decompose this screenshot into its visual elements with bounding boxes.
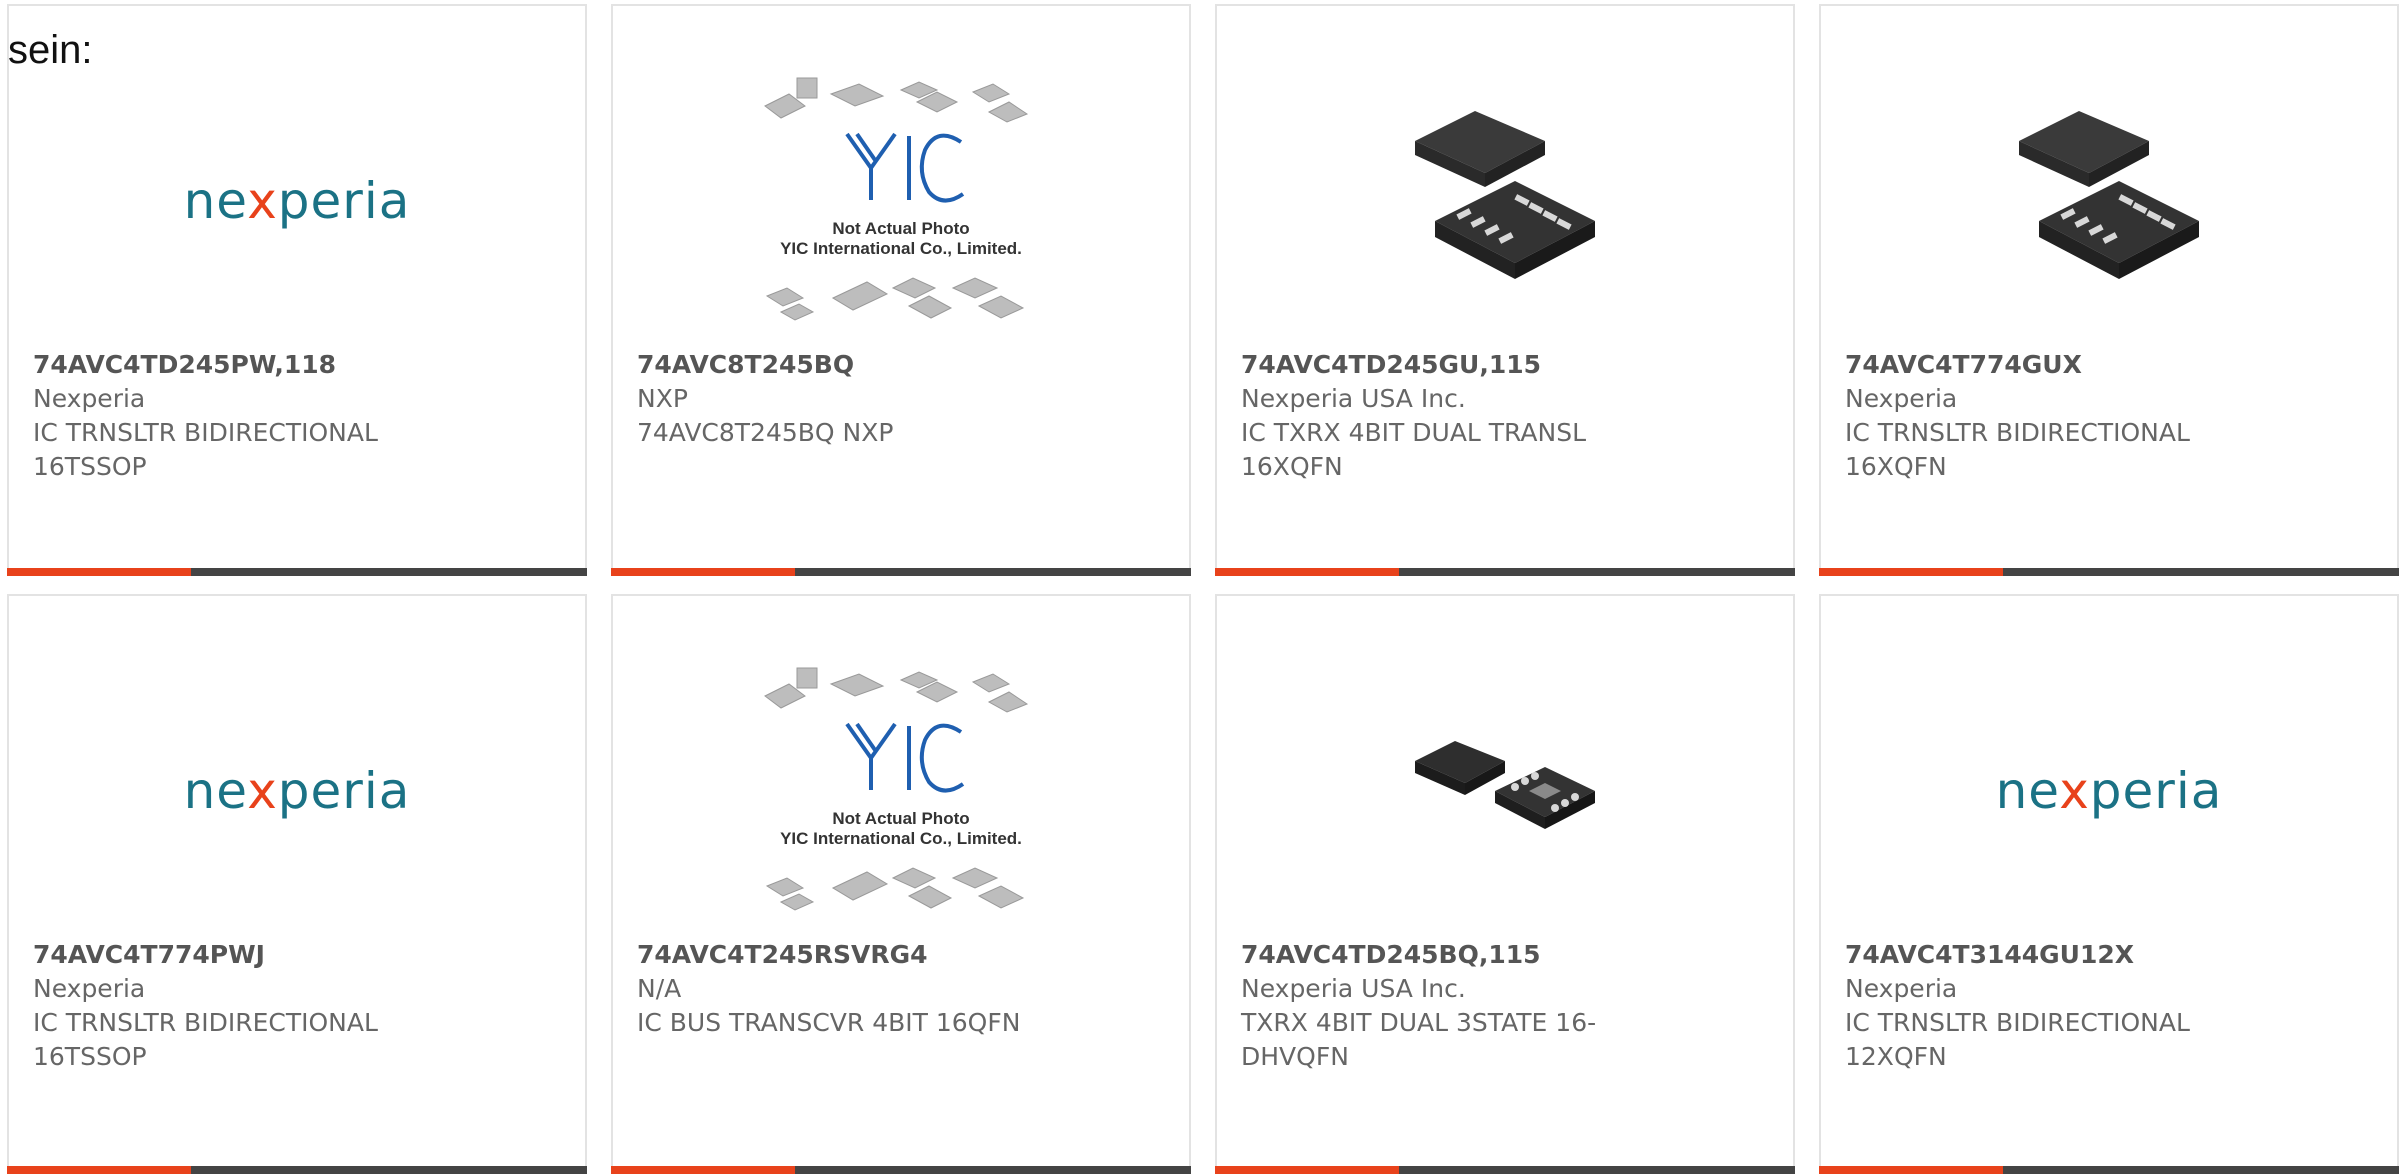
svg-text:Not Actual Photo: Not Actual Photo [832,809,969,828]
description-line2: 16TSSOP [33,1042,147,1071]
manufacturer: Nexperia [1845,974,1958,1003]
part-number[interactable]: 74AVC4T245RSVRG4 [637,938,1057,972]
product-card[interactable]: 74AVC4T774GUX Nexperia IC TRNSLTR BIDIRE… [1819,4,2399,576]
description: 74AVC8T245BQ NXP [637,418,894,447]
card-footer-bar [7,568,587,576]
product-card[interactable]: nexperia 74AVC4T774PWJ Nexperia IC TRNSL… [7,594,587,1174]
product-image [1217,56,1793,346]
part-number[interactable]: 74AVC4TD245PW,118 [33,348,453,382]
card-footer-bar [1215,1166,1795,1174]
product-grid: nexperia 74AVC4TD245PW,118 Nexperia IC T… [7,4,2399,1174]
part-number[interactable]: 74AVC4TD245BQ,115 [1241,938,1661,972]
product-card[interactable]: nexperia 74AVC4TD245PW,118 Nexperia IC T… [7,4,587,576]
description: IC TXRX 4BIT DUAL TRANSL [1241,418,1587,447]
description: IC TRNSLTR BIDIRECTIONAL [33,418,378,447]
manufacturer: Nexperia [33,974,146,1003]
part-number[interactable]: 74AVC4TD245GU,115 [1241,348,1661,382]
card-footer-bar [1819,568,2399,576]
svg-text:Not Actual Photo: Not Actual Photo [832,219,969,238]
product-image: nexperia [9,56,585,346]
card-footer-bar [1819,1166,2399,1174]
card-footer-bar [611,1166,1191,1174]
manufacturer: N/A [637,974,682,1003]
description: IC TRNSLTR BIDIRECTIONAL [1845,418,2190,447]
description-line2: 12XQFN [1845,1042,1947,1071]
product-image [1217,646,1793,936]
card-footer-bar [7,1166,587,1174]
nexperia-logo: nexperia [183,172,411,230]
yic-placeholder-image: Not Actual Photo YIC International Co., … [764,667,1029,911]
description: IC BUS TRANSCVR 4BIT 16QFN [637,1008,1021,1037]
product-card[interactable]: 74AVC4TD245BQ,115 Nexperia USA Inc. TXRX… [1215,594,1795,1174]
product-card[interactable]: Not Actual Photo YIC International Co., … [611,594,1191,1174]
manufacturer: Nexperia USA Inc. [1241,974,1466,1003]
svg-text:YIC International Co., Limited: YIC International Co., Limited. [780,829,1022,848]
part-number[interactable]: 74AVC8T245BQ [637,348,1057,382]
description: IC TRNSLTR BIDIRECTIONAL [33,1008,378,1037]
chip-photo [2019,111,2199,279]
manufacturer: Nexperia [33,384,146,413]
section-heading: sein: [8,28,93,72]
description: TXRX 4BIT DUAL 3STATE 16- [1241,1008,1597,1037]
product-image: Not Actual Photo YIC International Co., … [613,56,1189,346]
svg-text:YIC International Co., Limited: YIC International Co., Limited. [780,239,1022,258]
description-line2: DHVQFN [1241,1042,1349,1071]
manufacturer: Nexperia USA Inc. [1241,384,1466,413]
product-image [1821,56,2397,346]
part-number[interactable]: 74AVC4T774GUX [1845,348,2265,382]
description-line2: 16TSSOP [33,452,147,481]
manufacturer: NXP [637,384,688,413]
nexperia-logo: nexperia [183,762,411,820]
card-footer-bar [611,568,1191,576]
part-number[interactable]: 74AVC4T774PWJ [33,938,453,972]
description-line2: 16XQFN [1845,452,1947,481]
description-line2: 16XQFN [1241,452,1343,481]
nexperia-logo: nexperia [1995,762,2223,820]
product-card[interactable]: nexperia 74AVC4T3144GU12X Nexperia IC TR… [1819,594,2399,1174]
manufacturer: Nexperia [1845,384,1958,413]
card-footer-bar [1215,568,1795,576]
chip-photo [1415,741,1595,829]
part-number[interactable]: 74AVC4T3144GU12X [1845,938,2265,972]
description: IC TRNSLTR BIDIRECTIONAL [1845,1008,2190,1037]
product-image: Not Actual Photo YIC International Co., … [613,646,1189,936]
product-image: nexperia [9,646,585,936]
product-card[interactable]: 74AVC4TD245GU,115 Nexperia USA Inc. IC T… [1215,4,1795,576]
product-card[interactable]: Not Actual Photo YIC International Co., … [611,4,1191,576]
chip-photo [1415,111,1595,279]
yic-placeholder-image: Not Actual Photo YIC International Co., … [764,77,1029,321]
product-image: nexperia [1821,646,2397,936]
